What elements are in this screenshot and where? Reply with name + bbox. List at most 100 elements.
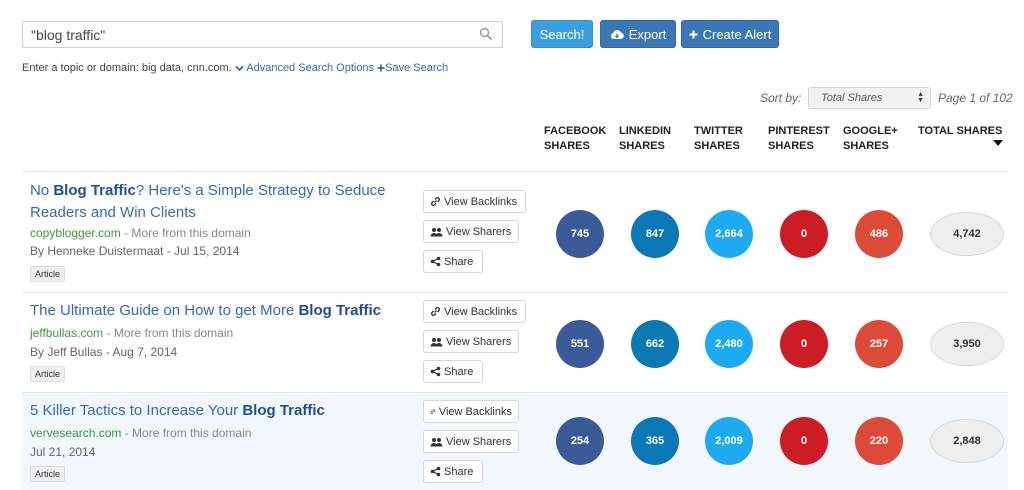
helper-text: Enter a topic or domain: big data, cnn.c… (22, 62, 232, 74)
plus-icon (689, 30, 698, 38)
link-icon (430, 409, 436, 414)
export-button-label: Export (628, 26, 667, 42)
view-sharers-label: View Sharers (446, 335, 512, 348)
share-button[interactable]: Share (423, 460, 483, 483)
googleplus-shares-count[interactable]: 486 (855, 210, 903, 258)
domain-link[interactable]: vervesearch.com (30, 426, 121, 440)
column-header-line: Pinterest (768, 125, 830, 137)
divider (22, 292, 1008, 293)
users-icon (430, 227, 443, 236)
sort-selected-value: Total Shares (821, 92, 883, 104)
twitter-shares-count[interactable]: 2,009 (705, 417, 753, 465)
sort-select[interactable]: Total Shares ▲ ▼ (808, 87, 931, 109)
chevron-down-icon (235, 65, 244, 72)
total-shares-count: 2,848 (930, 419, 1004, 463)
more-from-domain-link[interactable]: - More from this domain (121, 426, 252, 440)
search-icon[interactable] (479, 27, 493, 41)
twitter-shares-count[interactable]: 2,664 (705, 210, 753, 258)
share-button[interactable]: Share (423, 250, 483, 273)
plus-icon (377, 64, 385, 72)
linkedin-shares-count[interactable]: 365 (631, 417, 679, 465)
byline: Jul 21, 2014 (30, 445, 96, 459)
link-icon (431, 307, 440, 316)
result-row: 5 Killer Tactics to Increase Your Blog T… (22, 393, 1008, 490)
create-alert-button[interactable]: Create Alert (681, 20, 779, 48)
column-header-total[interactable]: Total Shares (918, 124, 1002, 139)
pinterest-shares-count[interactable]: 0 (780, 210, 828, 258)
linkedin-shares-count[interactable]: 847 (631, 210, 679, 258)
result-title-link[interactable]: No Blog Traffic? Here's a Simple Strateg… (30, 180, 410, 224)
result-row: No Blog Traffic? Here's a Simple Strateg… (22, 180, 1008, 285)
create-alert-label: Create Alert (702, 26, 772, 42)
page-info: Page 1 of 102 (938, 91, 1013, 105)
column-header-line: Facebook (544, 125, 607, 137)
column-header-line: Shares (694, 140, 740, 152)
divider (22, 171, 1008, 172)
column-header-pinterest[interactable]: Pinterest Shares (768, 124, 830, 154)
column-header-twitter[interactable]: Twitter Shares (694, 124, 743, 154)
title-keyword: Blog Traffic (298, 302, 381, 319)
column-header-line: LinkedIn (619, 125, 671, 137)
pinterest-shares-count[interactable]: 0 (780, 320, 828, 368)
googleplus-shares-count[interactable]: 257 (855, 320, 903, 368)
result-title-link[interactable]: 5 Killer Tactics to Increase Your Blog T… (30, 400, 410, 422)
view-backlinks-label: View Backlinks (444, 305, 518, 318)
users-icon (430, 337, 443, 346)
twitter-shares-count[interactable]: 2,480 (705, 320, 753, 368)
column-header-facebook[interactable]: Facebook Shares (544, 124, 606, 154)
cloud-download-icon (610, 29, 624, 39)
view-backlinks-button[interactable]: View Backlinks (423, 190, 526, 213)
share-icon (430, 256, 441, 267)
domain-line: copyblogger.com - More from this domain (30, 226, 251, 240)
column-header-line: Shares (544, 140, 590, 152)
view-sharers-label: View Sharers (446, 435, 512, 448)
more-from-domain-link[interactable]: - More from this domain (121, 226, 251, 240)
title-text: No (30, 182, 54, 199)
view-backlinks-label: View Backlinks (438, 405, 512, 418)
column-header-googleplus[interactable]: Google+ Shares (843, 124, 898, 154)
more-from-domain-link[interactable]: - More from this domain (103, 326, 233, 340)
column-header-line: Shares (768, 140, 814, 152)
sort-by-label: Sort by: (760, 91, 802, 105)
domain-link[interactable]: copyblogger.com (30, 226, 121, 240)
search-input[interactable] (23, 22, 463, 47)
title-text: The Ultimate Guide on How to get More (30, 302, 299, 319)
users-icon (430, 437, 443, 446)
domain-link[interactable]: jeffbullas.com (30, 326, 103, 340)
save-search-label: Save Search (385, 62, 449, 74)
advanced-search-link[interactable]: Advanced Search Options (235, 62, 377, 74)
result-row: The Ultimate Guide on How to get More Bl… (22, 294, 1008, 399)
pinterest-shares-count[interactable]: 0 (780, 417, 828, 465)
byline: By Henneke Duistermaat - Jul 15, 2014 (30, 244, 240, 258)
column-header-line: Total Shares (918, 125, 1003, 137)
view-sharers-button[interactable]: View Sharers (423, 330, 519, 353)
result-title-link[interactable]: The Ultimate Guide on How to get More Bl… (30, 300, 410, 322)
facebook-shares-count[interactable]: 254 (556, 417, 604, 465)
share-label: Share (444, 365, 474, 378)
linkedin-shares-count[interactable]: 662 (631, 320, 679, 368)
sort-desc-icon[interactable] (993, 140, 1003, 146)
link-icon (431, 197, 440, 206)
facebook-shares-count[interactable]: 745 (556, 210, 604, 258)
facebook-shares-count[interactable]: 551 (556, 320, 604, 368)
view-sharers-button[interactable]: View Sharers (423, 430, 519, 453)
search-button-label: Search! (539, 26, 585, 42)
search-button[interactable]: Search! (531, 20, 593, 48)
total-shares-count: 3,950 (930, 322, 1004, 366)
title-text: 5 Killer Tactics to Increase Your (30, 402, 243, 419)
content-type-badge: Article (30, 266, 66, 282)
column-header-linkedin[interactable]: LinkedIn Shares (619, 124, 671, 154)
save-search-link[interactable]: Save Search (377, 62, 448, 74)
googleplus-shares-count[interactable]: 220 (855, 417, 903, 465)
view-sharers-button[interactable]: View Sharers (423, 220, 519, 243)
view-backlinks-button[interactable]: View Backlinks (423, 300, 526, 323)
view-backlinks-button[interactable]: View Backlinks (423, 400, 519, 423)
domain-line: jeffbullas.com - More from this domain (30, 326, 233, 340)
export-button[interactable]: Export (600, 20, 676, 48)
share-button[interactable]: Share (423, 360, 483, 383)
content-type-badge: Article (30, 366, 66, 382)
advanced-search-label: Advanced Search Options (246, 62, 375, 74)
search-box (22, 21, 503, 48)
total-shares-count: 4,742 (930, 212, 1004, 256)
byline: By Jeff Bullas - Aug 7, 2014 (30, 345, 178, 359)
